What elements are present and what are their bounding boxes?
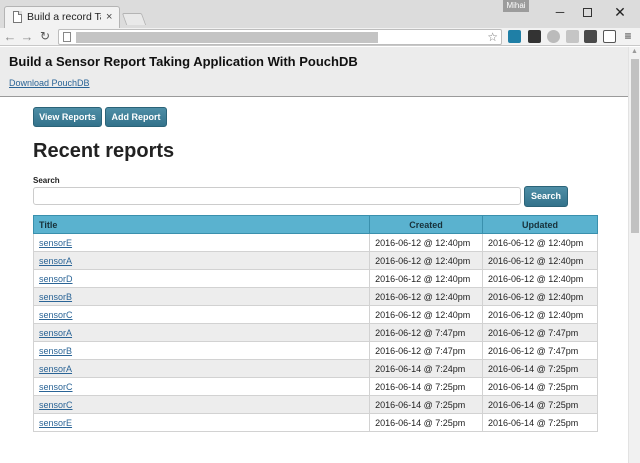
view-reports-button[interactable]: View Reports	[33, 107, 102, 127]
page-scrollbar[interactable]: ▲	[628, 47, 640, 463]
cell-title: sensorC	[32, 305, 371, 324]
table-row: sensorA 2016-06-14 @ 7:24pm 2016-06-14 @…	[32, 359, 598, 378]
table-row: sensorC 2016-06-14 @ 7:25pm 2016-06-14 @…	[32, 395, 598, 414]
table-row: sensorB 2016-06-12 @ 12:40pm 2016-06-12 …	[32, 287, 598, 306]
page-viewport: Build a Sensor Report Taking Application…	[0, 47, 628, 463]
report-link[interactable]: sensorE	[39, 238, 72, 248]
cell-title: sensorC	[32, 395, 371, 414]
cell-updated: 2016-06-14 @ 7:25pm	[482, 413, 598, 432]
address-bar[interactable]: ☆	[58, 29, 502, 45]
add-report-button[interactable]: Add Report	[105, 107, 167, 127]
cell-title: sensorA	[32, 323, 371, 342]
table-header-row: Title Created Updated	[32, 215, 598, 234]
window-close-button[interactable]: ✕	[605, 3, 635, 21]
cell-title: sensorA	[32, 251, 371, 270]
cell-title: sensorD	[32, 269, 371, 288]
table-row: sensorC 2016-06-12 @ 12:40pm 2016-06-12 …	[32, 305, 598, 324]
column-header-title: Title	[32, 215, 371, 234]
table-row: sensorC 2016-06-14 @ 7:25pm 2016-06-14 @…	[32, 377, 598, 396]
cell-updated: 2016-06-12 @ 12:40pm	[482, 269, 598, 288]
site-title: Build a Sensor Report Taking Application…	[9, 54, 358, 69]
report-link[interactable]: sensorA	[39, 364, 72, 374]
browser-menu-icon[interactable]: ≡	[622, 30, 634, 43]
maximize-icon	[582, 8, 592, 18]
search-button[interactable]: Search	[524, 186, 568, 207]
table-row: sensorE 2016-06-14 @ 7:25pm 2016-06-14 @…	[32, 413, 598, 432]
window-minimize-button[interactable]: ─	[545, 3, 575, 21]
extension-layers-icon[interactable]	[528, 30, 541, 43]
cell-created: 2016-06-14 @ 7:25pm	[369, 413, 484, 432]
cell-created: 2016-06-12 @ 7:47pm	[369, 323, 484, 342]
browser-titlebar: Build a record Taking × Mihai ─ ✕	[0, 0, 640, 28]
report-link[interactable]: sensorC	[39, 382, 73, 392]
report-link[interactable]: sensorC	[39, 310, 73, 320]
table-row: sensorD 2016-06-12 @ 12:40pm 2016-06-12 …	[32, 269, 598, 288]
extension-hand-icon[interactable]	[603, 30, 616, 43]
report-link[interactable]: sensorB	[39, 292, 72, 302]
table-row: sensorB 2016-06-12 @ 7:47pm 2016-06-12 @…	[32, 341, 598, 360]
reports-table: Title Created Updated sensorE 2016-06-12…	[32, 215, 598, 432]
column-header-updated: Updated	[482, 215, 598, 234]
back-button[interactable]: ←	[3, 28, 17, 46]
bookmark-star-icon[interactable]: ☆	[487, 30, 498, 44]
cell-created: 2016-06-12 @ 7:47pm	[369, 341, 484, 360]
scrollbar-thumb[interactable]	[631, 59, 639, 233]
cell-created: 2016-06-12 @ 12:40pm	[369, 269, 484, 288]
table-row: sensorE 2016-06-12 @ 12:40pm 2016-06-12 …	[32, 233, 598, 252]
extension-play-icon[interactable]	[566, 30, 579, 43]
cell-title: sensorB	[32, 287, 371, 306]
extension-icon[interactable]	[547, 30, 560, 43]
cell-title: sensorE	[32, 413, 371, 432]
profile-badge[interactable]: Mihai	[503, 0, 529, 12]
report-link[interactable]: sensorB	[39, 346, 72, 356]
cell-created: 2016-06-12 @ 12:40pm	[369, 251, 484, 270]
cell-title: sensorE	[32, 233, 371, 252]
report-link[interactable]: sensorA	[39, 328, 72, 338]
report-link[interactable]: sensorE	[39, 418, 72, 428]
browser-toolbar: ← → ↻ ☆ ≡	[0, 28, 640, 46]
extension-icon[interactable]	[508, 30, 521, 43]
table-row: sensorA 2016-06-12 @ 12:40pm 2016-06-12 …	[32, 251, 598, 270]
cell-updated: 2016-06-12 @ 12:40pm	[482, 305, 598, 324]
column-header-created: Created	[369, 215, 484, 234]
cell-updated: 2016-06-12 @ 7:47pm	[482, 341, 598, 360]
report-link[interactable]: sensorD	[39, 274, 73, 284]
cell-updated: 2016-06-14 @ 7:25pm	[482, 377, 598, 396]
cell-created: 2016-06-12 @ 12:40pm	[369, 233, 484, 252]
cell-updated: 2016-06-12 @ 12:40pm	[482, 233, 598, 252]
cell-title: sensorB	[32, 341, 371, 360]
cell-created: 2016-06-12 @ 12:40pm	[369, 305, 484, 324]
scroll-up-arrow-icon[interactable]: ▲	[631, 48, 638, 55]
tab-title: Build a record Taking	[27, 11, 101, 23]
download-pouchdb-link[interactable]: Download PouchDB	[9, 78, 90, 88]
site-header: Build a Sensor Report Taking Application…	[0, 47, 628, 97]
tab-close-icon[interactable]: ×	[106, 10, 112, 24]
page-icon	[63, 32, 71, 42]
cell-created: 2016-06-12 @ 12:40pm	[369, 287, 484, 306]
cell-updated: 2016-06-14 @ 7:25pm	[482, 359, 598, 378]
browser-tab[interactable]: Build a record Taking ×	[4, 6, 120, 28]
page-favicon-icon	[13, 11, 22, 23]
search-input[interactable]	[33, 187, 521, 205]
page-title: Recent reports	[33, 140, 175, 162]
cell-updated: 2016-06-12 @ 7:47pm	[482, 323, 598, 342]
forward-button[interactable]: →	[20, 28, 34, 46]
search-label: Search	[33, 176, 60, 185]
cell-created: 2016-06-14 @ 7:24pm	[369, 359, 484, 378]
cell-updated: 2016-06-12 @ 12:40pm	[482, 287, 598, 306]
cell-updated: 2016-06-12 @ 12:40pm	[482, 251, 598, 270]
url-text[interactable]	[76, 32, 378, 43]
cell-created: 2016-06-14 @ 7:25pm	[369, 377, 484, 396]
cell-updated: 2016-06-14 @ 7:25pm	[482, 395, 598, 414]
table-row: sensorA 2016-06-12 @ 7:47pm 2016-06-12 @…	[32, 323, 598, 342]
window-maximize-button[interactable]	[572, 3, 602, 21]
report-link[interactable]: sensorA	[39, 256, 72, 266]
report-link[interactable]: sensorC	[39, 400, 73, 410]
cell-created: 2016-06-14 @ 7:25pm	[369, 395, 484, 414]
extension-icon[interactable]	[584, 30, 597, 43]
new-tab-button[interactable]	[121, 13, 147, 25]
reload-button[interactable]: ↻	[38, 28, 52, 46]
cell-title: sensorA	[32, 359, 371, 378]
cell-title: sensorC	[32, 377, 371, 396]
